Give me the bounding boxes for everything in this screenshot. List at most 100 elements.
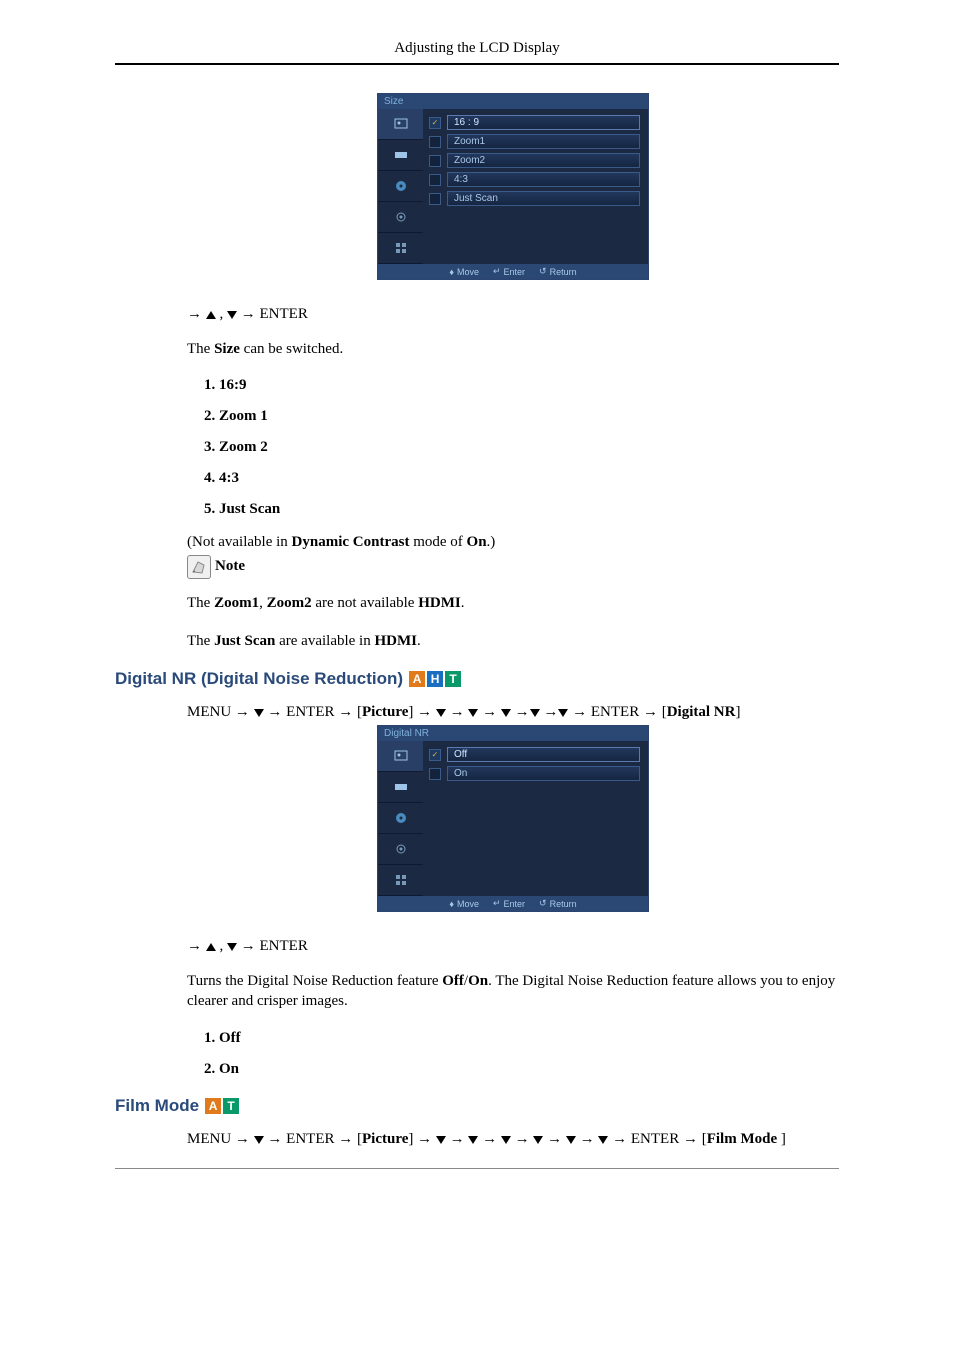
zoom-hdmi-note: The Zoom1, Zoom2 are not available HDMI. bbox=[187, 593, 839, 613]
down-arrow-icon bbox=[558, 709, 568, 717]
check-icon bbox=[429, 193, 441, 205]
badge-a: A bbox=[409, 671, 425, 687]
down-arrow-icon bbox=[468, 709, 478, 717]
move-icon: ♦ bbox=[449, 899, 454, 909]
osd-row: Zoom2 bbox=[429, 153, 640, 168]
osd-row-label: Zoom2 bbox=[447, 153, 640, 168]
gear-icon bbox=[378, 202, 423, 233]
dynamic-contrast-note: (Not available in Dynamic Contrast mode … bbox=[187, 532, 839, 552]
osd-row: Just Scan bbox=[429, 191, 640, 206]
osd-digital-nr: Digital NR ✓ Off On ♦Move ↵Enter ↺ bbox=[377, 725, 649, 912]
osd-row-label: Zoom1 bbox=[447, 134, 640, 149]
mode-badges: A T bbox=[205, 1098, 239, 1114]
check-icon bbox=[429, 174, 441, 186]
osd-row: ✓ 16 : 9 bbox=[429, 115, 640, 130]
list-item: 16:9 bbox=[219, 377, 839, 394]
osd-row-label: 16 : 9 bbox=[447, 115, 640, 130]
down-arrow-icon bbox=[598, 1136, 608, 1144]
osd-row: 4:3 bbox=[429, 172, 640, 187]
check-icon bbox=[429, 768, 441, 780]
disc-icon bbox=[378, 171, 423, 202]
footer-move: Move bbox=[457, 899, 479, 909]
down-arrow-icon bbox=[501, 709, 511, 717]
list-item: Zoom 1 bbox=[219, 408, 839, 425]
grid-icon bbox=[378, 233, 423, 264]
note-row: Note bbox=[187, 555, 839, 579]
justscan-hdmi-note: The Just Scan are available in HDMI. bbox=[187, 631, 839, 651]
footer-enter: Enter bbox=[504, 899, 526, 909]
down-arrow-icon bbox=[533, 1136, 543, 1144]
check-icon bbox=[429, 136, 441, 148]
check-icon bbox=[429, 155, 441, 167]
osd-row: Zoom1 bbox=[429, 134, 640, 149]
footer-return: Return bbox=[550, 899, 577, 909]
footer-rule bbox=[115, 1168, 839, 1169]
list-item: Zoom 2 bbox=[219, 439, 839, 456]
gear-icon bbox=[378, 834, 423, 865]
list-item: Just Scan bbox=[219, 501, 839, 518]
down-arrow-icon bbox=[436, 1136, 446, 1144]
dnr-options-list: Off On bbox=[191, 1030, 839, 1078]
footer-enter: Enter bbox=[504, 267, 526, 277]
list-item: Off bbox=[219, 1030, 839, 1047]
input-icon bbox=[378, 772, 423, 803]
page-header: Adjusting the LCD Display bbox=[115, 40, 839, 57]
section-digital-nr: Digital NR (Digital Noise Reduction) A H… bbox=[115, 669, 839, 689]
return-icon: ↺ bbox=[539, 898, 547, 909]
enter-icon: ↵ bbox=[493, 266, 501, 277]
menu-path-dnr: MENU → → ENTER → [Picture] → → → → → → E… bbox=[187, 704, 839, 721]
section-film-mode: Film Mode A T bbox=[115, 1096, 839, 1116]
badge-h: H bbox=[427, 671, 443, 687]
osd-footer: ♦Move ↵Enter ↺Return bbox=[378, 896, 648, 911]
osd-row-label: Off bbox=[447, 747, 640, 762]
size-switch-text: The Size can be switched. bbox=[187, 339, 839, 359]
down-arrow-icon bbox=[530, 709, 540, 717]
move-icon: ♦ bbox=[449, 267, 454, 277]
section-title: Digital NR (Digital Noise Reduction) bbox=[115, 669, 403, 689]
osd-icon-col bbox=[378, 741, 423, 896]
down-arrow-icon bbox=[227, 311, 237, 319]
note-label: Note bbox=[215, 558, 245, 575]
osd-size: Size ✓ 16 : 9 Zoom1 Zoom2 4:3 Just Scan bbox=[377, 93, 649, 280]
badge-t: T bbox=[223, 1098, 239, 1114]
note-icon bbox=[187, 555, 211, 579]
osd-row: ✓ Off bbox=[429, 747, 640, 762]
enter-label: ENTER bbox=[260, 306, 308, 322]
list-item: On bbox=[219, 1061, 839, 1078]
footer-return: Return bbox=[550, 267, 577, 277]
osd-title: Size bbox=[378, 94, 648, 109]
check-icon: ✓ bbox=[429, 117, 441, 129]
footer-move: Move bbox=[457, 267, 479, 277]
badge-t: T bbox=[445, 671, 461, 687]
menu-path-film: MENU → → ENTER → [Picture] → → → → → → →… bbox=[187, 1131, 839, 1148]
osd-row: On bbox=[429, 766, 640, 781]
mode-badges: A H T bbox=[409, 671, 461, 687]
nav-sequence: → , → ENTER bbox=[187, 938, 839, 955]
section-title: Film Mode bbox=[115, 1096, 199, 1116]
down-arrow-icon bbox=[566, 1136, 576, 1144]
osd-title: Digital NR bbox=[378, 726, 648, 741]
nav-sequence: → , → ENTER bbox=[187, 306, 839, 323]
dnr-description: Turns the Digital Noise Reduction featur… bbox=[187, 971, 839, 1012]
down-arrow-icon bbox=[436, 709, 446, 717]
picture-icon bbox=[378, 109, 423, 140]
osd-icon-col bbox=[378, 109, 423, 264]
up-arrow-icon bbox=[206, 311, 216, 319]
header-rule bbox=[115, 63, 839, 65]
input-icon bbox=[378, 140, 423, 171]
size-options-list: 16:9 Zoom 1 Zoom 2 4:3 Just Scan bbox=[191, 377, 839, 518]
enter-icon: ↵ bbox=[493, 898, 501, 909]
check-icon: ✓ bbox=[429, 749, 441, 761]
osd-footer: ♦Move ↵Enter ↺Return bbox=[378, 264, 648, 279]
down-arrow-icon bbox=[227, 943, 237, 951]
disc-icon bbox=[378, 803, 423, 834]
osd-row-label: On bbox=[447, 766, 640, 781]
up-arrow-icon bbox=[206, 943, 216, 951]
badge-a: A bbox=[205, 1098, 221, 1114]
down-arrow-icon bbox=[501, 1136, 511, 1144]
down-arrow-icon bbox=[254, 709, 264, 717]
osd-row-label: 4:3 bbox=[447, 172, 640, 187]
grid-icon bbox=[378, 865, 423, 896]
down-arrow-icon bbox=[468, 1136, 478, 1144]
down-arrow-icon bbox=[254, 1136, 264, 1144]
